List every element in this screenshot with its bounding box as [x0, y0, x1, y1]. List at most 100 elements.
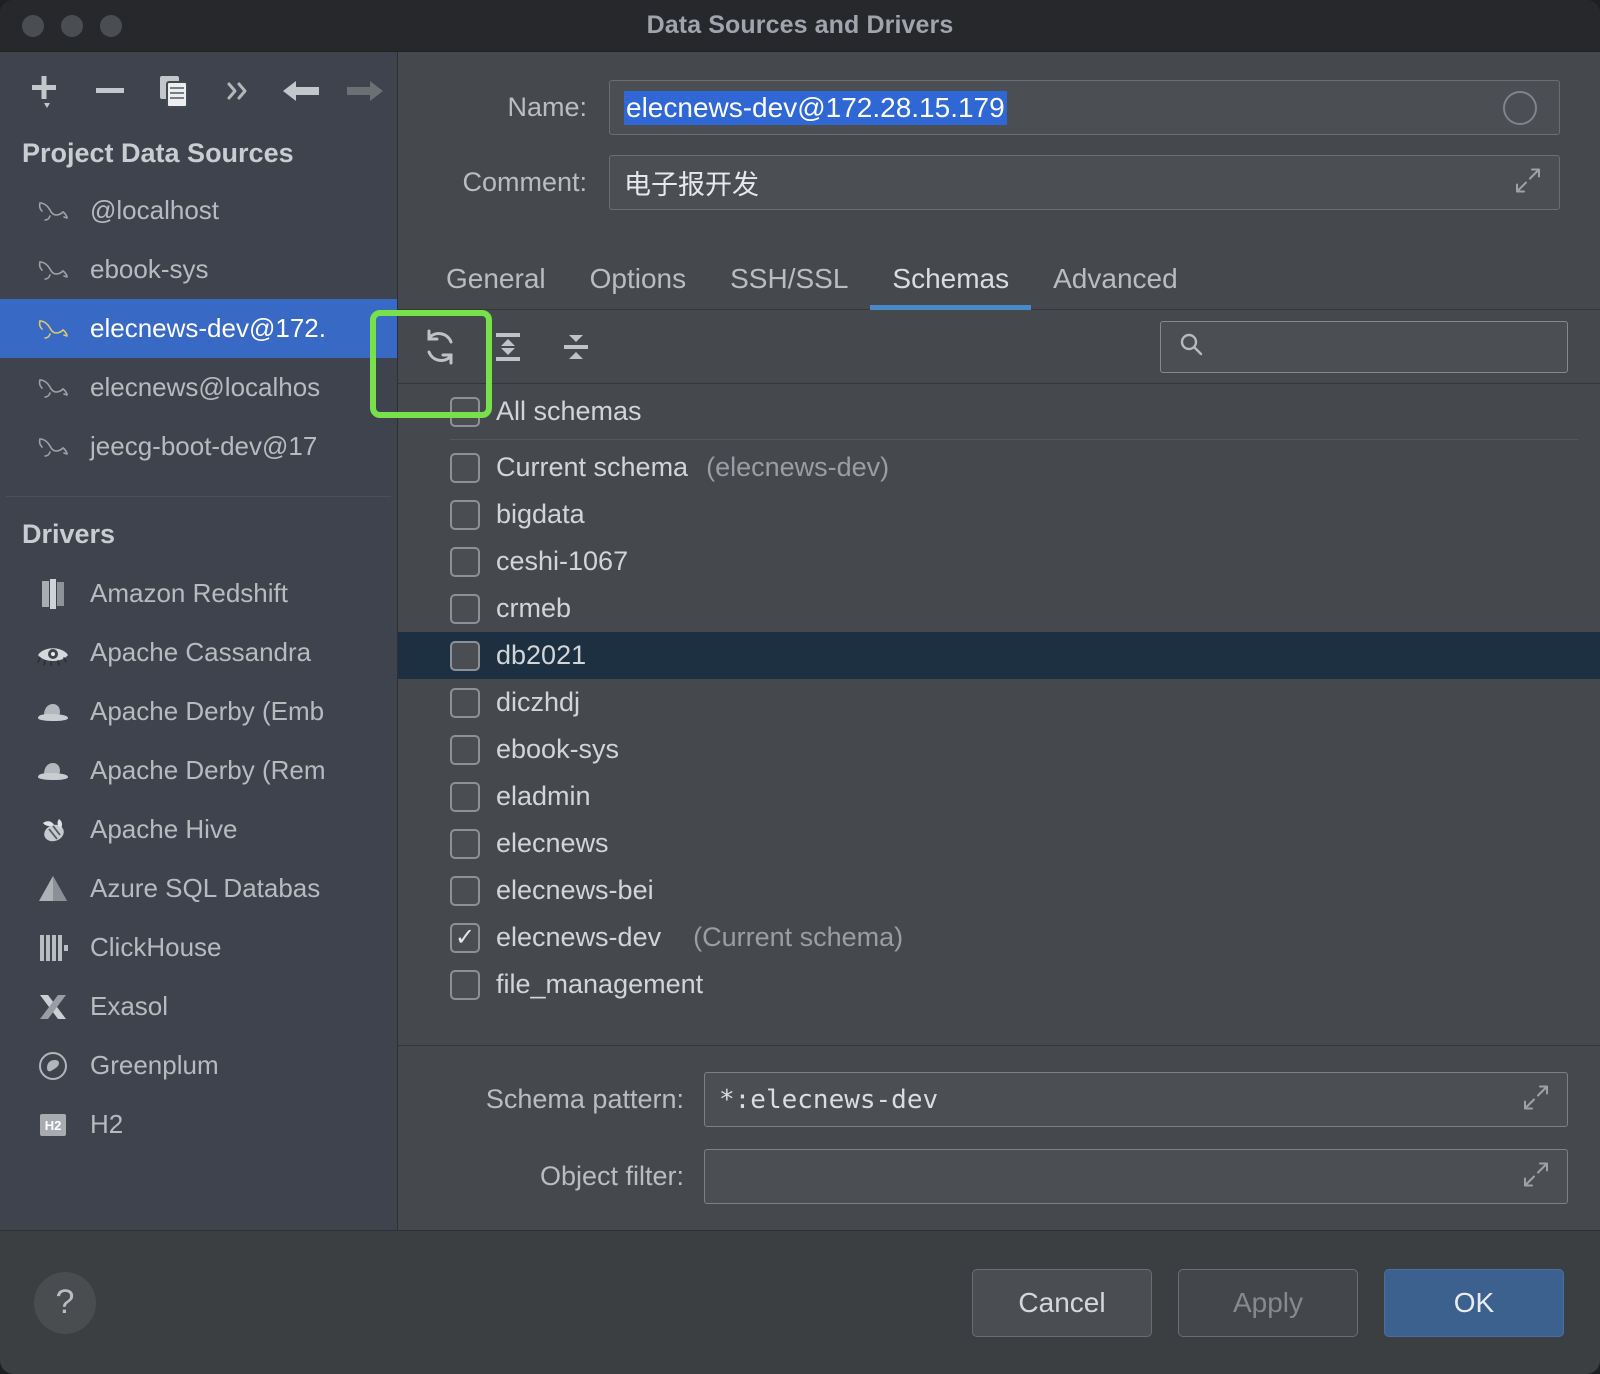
schema-row-current[interactable]: Current schema (elecnews-dev) [398, 444, 1600, 491]
schema-row[interactable]: diczhdj [398, 679, 1600, 726]
driver-item[interactable]: H2 H2 [0, 1095, 397, 1154]
data-source-item[interactable]: elecnews@localhos [0, 358, 397, 417]
sidebar: Project Data Sources @localhost ebook-sy… [0, 52, 398, 1230]
apply-button[interactable]: Apply [1178, 1268, 1358, 1337]
data-source-label: @localhost [90, 195, 220, 225]
data-source-item[interactable]: ebook-sys [0, 240, 397, 299]
driver-item[interactable]: Apache Derby (Rem [0, 741, 397, 800]
refresh-name-icon[interactable] [1503, 90, 1537, 125]
driver-label: Apache Derby (Emb [90, 696, 325, 726]
schema-checkbox[interactable] [450, 969, 480, 1000]
remove-data-source-button[interactable] [78, 61, 142, 121]
hive-bee-icon [34, 815, 72, 845]
tab-options[interactable]: Options [568, 263, 709, 309]
ok-button[interactable]: OK [1384, 1268, 1564, 1337]
schema-checkbox[interactable] [450, 452, 480, 483]
schema-checkbox[interactable] [450, 828, 480, 859]
driver-label: Exasol [90, 991, 169, 1021]
driver-item[interactable]: Apache Cassandra [0, 623, 397, 682]
data-source-item[interactable]: @localhost [0, 181, 397, 240]
add-data-source-button[interactable] [14, 61, 78, 121]
schema-checkbox[interactable] [450, 734, 480, 765]
search-schemas-input[interactable] [1215, 332, 1515, 361]
schema-label: elecnews-dev [496, 922, 662, 952]
schema-label: file_management [496, 969, 704, 999]
data-source-item-selected[interactable]: elecnews-dev@172. [0, 299, 397, 358]
mysql-dolphin-icon [34, 315, 72, 343]
schema-label: elecnews [496, 828, 609, 858]
driver-item[interactable]: Azure SQL Databas [0, 859, 397, 918]
search-schemas-box[interactable] [1160, 320, 1568, 373]
data-source-item[interactable]: jeecg-boot-dev@17 [0, 417, 397, 476]
schema-checkbox[interactable] [450, 546, 480, 577]
schema-row[interactable]: elecnews-bei [398, 867, 1600, 914]
mysql-dolphin-icon [34, 433, 72, 461]
settings-tabs: General Options SSH/SSL Schemas Advanced [398, 242, 1600, 310]
schema-row[interactable]: elecnews [398, 820, 1600, 867]
schema-row[interactable]: crmeb [398, 585, 1600, 632]
project-data-sources-list: @localhost ebook-sys elecnews-dev@172. e… [0, 179, 397, 476]
mysql-dolphin-icon [34, 256, 72, 284]
driver-item[interactable]: Apache Derby (Emb [0, 682, 397, 741]
tab-ssh-ssl[interactable]: SSH/SSL [708, 263, 870, 309]
driver-item[interactable]: Greenplum [0, 1036, 397, 1095]
schema-row[interactable]: ebook-sys [398, 726, 1600, 773]
driver-item[interactable]: Amazon Redshift [0, 564, 397, 623]
tab-advanced[interactable]: Advanced [1031, 263, 1200, 309]
greenplum-circle-icon [34, 1050, 72, 1082]
check-icon: ✓ [454, 923, 476, 951]
schema-row-all[interactable]: All schemas [398, 388, 1600, 435]
schema-sublabel: (elecnews-dev) [706, 452, 890, 482]
schema-row[interactable]: eladmin [398, 773, 1600, 820]
navigate-forward-button[interactable] [333, 61, 397, 121]
expand-all-button[interactable] [474, 317, 542, 377]
expand-editor-icon[interactable] [1521, 1159, 1551, 1194]
drivers-list: Amazon Redshift Apache Cassandra Apache … [0, 560, 397, 1154]
schema-checkbox[interactable] [450, 396, 480, 427]
navigate-back-button[interactable] [269, 61, 333, 121]
schema-row[interactable]: ceshi-1067 [398, 538, 1600, 585]
driver-label: Apache Derby (Rem [90, 755, 326, 785]
comment-input[interactable]: 电子报开发 [609, 155, 1560, 210]
sidebar-toolbar [0, 52, 397, 130]
more-options-button[interactable] [205, 61, 269, 121]
traffic-lights [0, 14, 122, 37]
zoom-button[interactable] [100, 14, 122, 37]
schema-checkbox[interactable] [450, 640, 480, 671]
schema-row-checked[interactable]: ✓ elecnews-dev (Current schema) [398, 914, 1600, 961]
schema-checkbox[interactable] [450, 593, 480, 624]
object-filter-input[interactable] [704, 1149, 1568, 1204]
duplicate-data-source-button[interactable] [142, 61, 206, 121]
close-button[interactable] [22, 14, 44, 37]
driver-item[interactable]: Apache Hive [0, 800, 397, 859]
schema-row[interactable]: file_management [398, 961, 1600, 1008]
help-button[interactable]: ? [34, 1271, 96, 1334]
schema-checkbox-checked[interactable]: ✓ [450, 922, 480, 953]
project-data-sources-title: Project Data Sources [22, 138, 294, 168]
schema-row[interactable]: bigdata [398, 491, 1600, 538]
schema-label: eladmin [496, 781, 591, 811]
expand-editor-icon[interactable] [1521, 1082, 1551, 1117]
schema-checkbox[interactable] [450, 875, 480, 906]
cancel-button[interactable]: Cancel [972, 1268, 1152, 1337]
driver-item[interactable]: ClickHouse [0, 918, 397, 977]
schema-label: elecnews-bei [496, 875, 654, 905]
schema-list-separator [450, 439, 1578, 440]
schema-label: bigdata [496, 499, 585, 529]
collapse-all-button[interactable] [542, 317, 610, 377]
name-input[interactable]: elecnews-dev@172.28.15.179 [609, 80, 1560, 135]
refresh-schemas-button[interactable] [406, 317, 474, 377]
tab-schemas[interactable]: Schemas [870, 263, 1031, 310]
expand-editor-icon[interactable] [1513, 165, 1543, 200]
schema-row-highlighted[interactable]: db2021 [398, 632, 1600, 679]
driver-item[interactable]: Exasol [0, 977, 397, 1036]
schema-checkbox[interactable] [450, 499, 480, 530]
data-source-label: elecnews-dev@172. [90, 313, 326, 343]
driver-label: ClickHouse [90, 932, 222, 962]
minimize-button[interactable] [61, 14, 83, 37]
schema-checkbox[interactable] [450, 687, 480, 718]
tab-general[interactable]: General [424, 263, 568, 309]
schema-pattern-input[interactable]: *:elecnews-dev [704, 1072, 1568, 1127]
search-icon [1177, 330, 1205, 363]
schema-checkbox[interactable] [450, 781, 480, 812]
